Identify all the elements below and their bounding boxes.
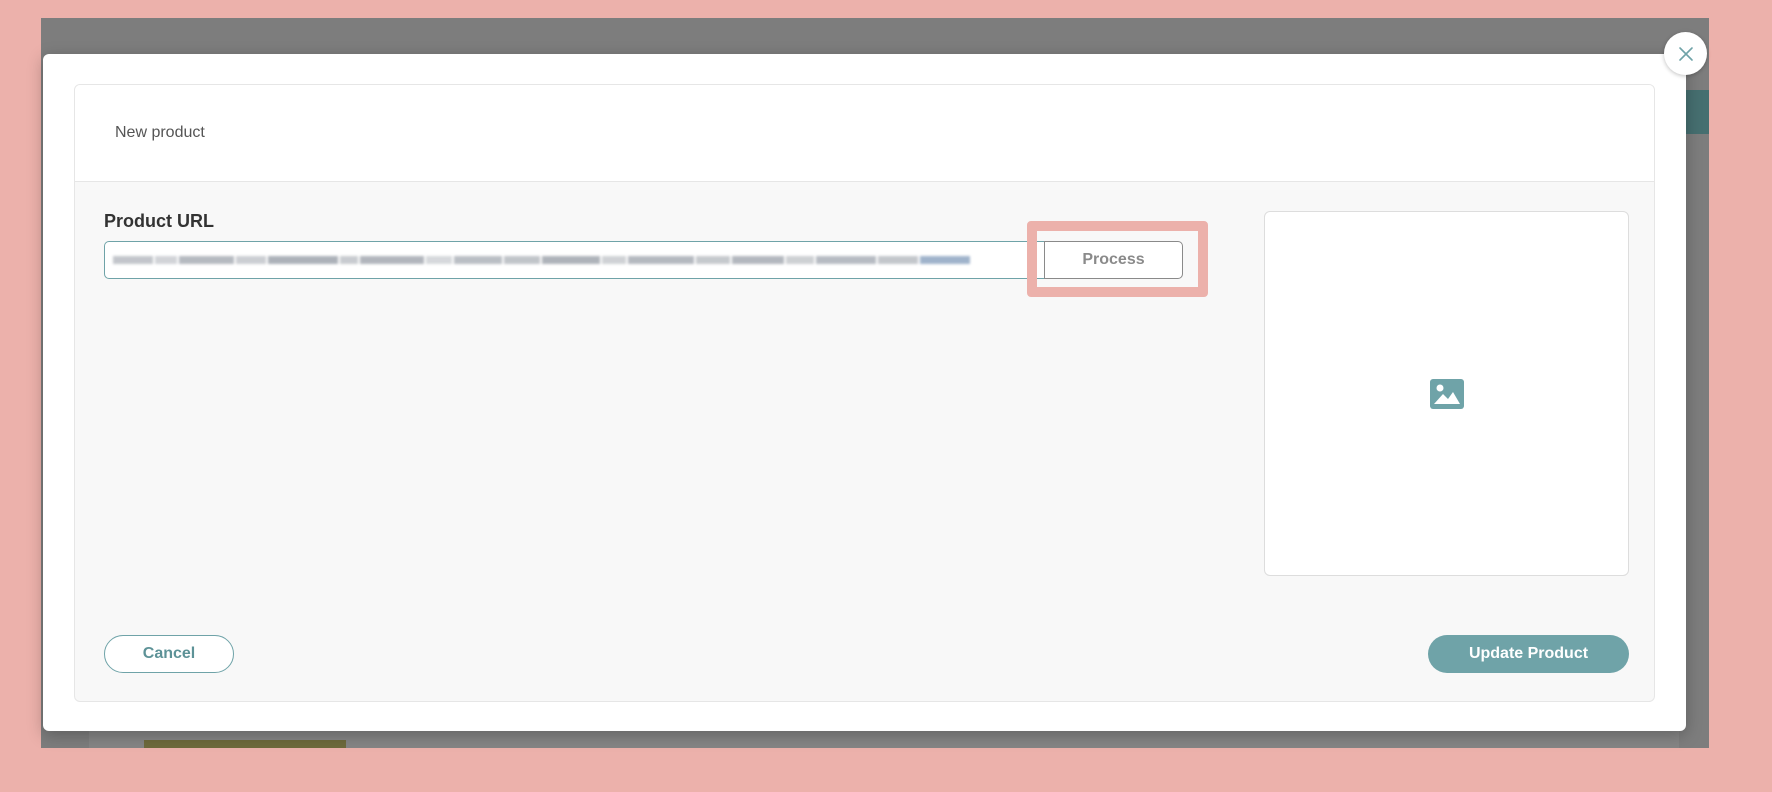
image-preview — [1264, 211, 1629, 576]
product-url-input[interactable]: https://www.example.com/product/blurred-… — [104, 241, 1046, 279]
product-url-label: Product URL — [104, 211, 214, 231]
modal-title: New product — [115, 124, 205, 141]
update-product-button[interactable]: Update Product — [1428, 635, 1629, 673]
image-icon — [1429, 378, 1464, 409]
close-icon — [1678, 46, 1693, 61]
product-url-value: https://www.example.com/product/blurred-… — [105, 242, 106, 243]
background-element — [144, 740, 346, 748]
modal-card: New product Product URL https://www.exam… — [74, 84, 1655, 702]
process-button[interactable]: Process — [1044, 241, 1183, 279]
blurred-url-text — [113, 255, 970, 265]
cancel-button[interactable]: Cancel — [104, 635, 234, 673]
background-button — [1685, 90, 1709, 134]
modal-header: New product — [75, 85, 1654, 182]
close-modal-button[interactable] — [1664, 32, 1707, 75]
new-product-modal: New product Product URL https://www.exam… — [43, 54, 1686, 731]
